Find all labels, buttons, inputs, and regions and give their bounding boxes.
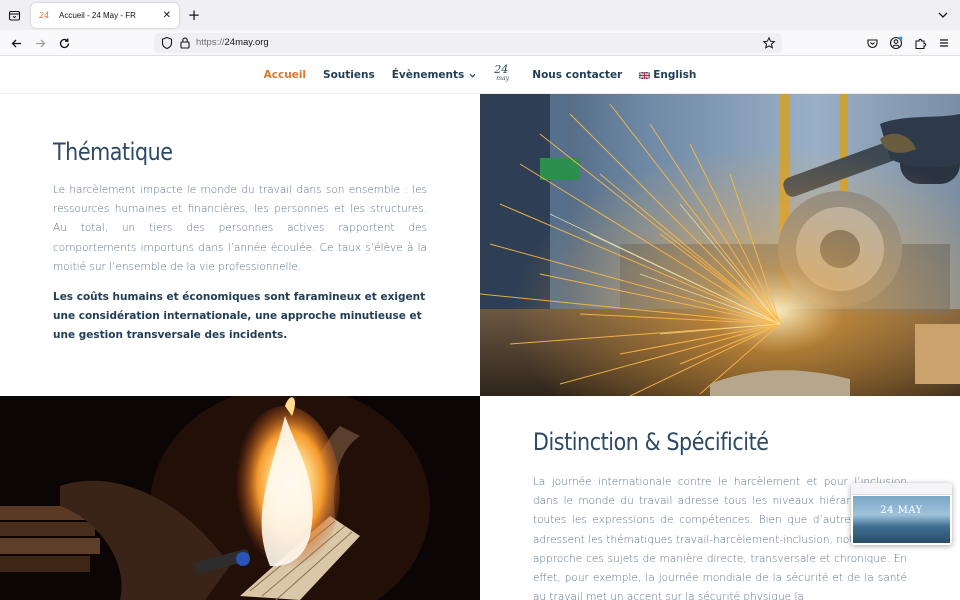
- logo-script: may: [496, 75, 509, 82]
- site-header: Accueil Soutiens Évènements 24 may Nous …: [0, 56, 960, 94]
- preview-toolbar: [851, 483, 952, 495]
- page-content: Thématique Le harcèlement impacte le mon…: [0, 94, 960, 600]
- menu-item-contact[interactable]: Nous contacter: [532, 69, 622, 81]
- menu-item-english[interactable]: English: [639, 69, 696, 81]
- tab-list-icon: [8, 10, 20, 21]
- reload-button[interactable]: [55, 34, 73, 52]
- tab-list-button[interactable]: [5, 6, 23, 24]
- url-protocol: https://: [196, 37, 225, 48]
- new-tab-button[interactable]: +: [186, 5, 202, 25]
- menu-item-evenements-label: Évènements: [391, 69, 465, 81]
- thematique-bold-paragraph: Les coûts humains et économiques sont fa…: [53, 291, 426, 342]
- back-button[interactable]: [7, 34, 25, 52]
- menu-item-evenements[interactable]: Évènements: [392, 69, 477, 81]
- uk-flag-icon: [639, 71, 651, 79]
- site-logo[interactable]: 24 may: [493, 63, 515, 87]
- tracking-protection-shield-icon[interactable]: [160, 36, 174, 50]
- chevron-down-icon: [469, 73, 476, 78]
- tab-close-icon[interactable]: ✕: [163, 10, 171, 21]
- app-menu-button[interactable]: [935, 34, 953, 52]
- thematique-section: Thématique Le harcèlement impacte le mon…: [0, 94, 480, 396]
- pocket-button[interactable]: [863, 34, 881, 52]
- tab-title: Accueil - 24 May - FR: [59, 11, 136, 20]
- main-menu: Accueil Soutiens Évènements 24 may Nous …: [0, 56, 960, 94]
- url-bar[interactable]: https://24may.org: [154, 33, 782, 53]
- reload-icon: [59, 38, 69, 48]
- puzzle-icon: [914, 38, 926, 49]
- fire-wood-photo: [0, 396, 480, 600]
- bookmark-star-icon[interactable]: [762, 36, 776, 50]
- browser-nav-bar: https://24may.org: [0, 30, 960, 56]
- forward-button[interactable]: [31, 34, 49, 52]
- account-button[interactable]: [887, 34, 905, 52]
- forward-arrow-icon: [35, 39, 45, 47]
- menu-item-soutiens[interactable]: Soutiens: [323, 69, 375, 81]
- grinder-sparks-illustration: [480, 94, 960, 396]
- hamburger-menu-icon: [940, 39, 948, 47]
- url-domain: 24may.org: [224, 37, 269, 48]
- url-text[interactable]: https://24may.org: [196, 37, 269, 48]
- thematique-paragraph: Le harcèlement impacte le monde du trava…: [53, 184, 427, 273]
- preview-title: 24 MAY: [880, 505, 923, 516]
- page-preview-thumbnail[interactable]: 24 MAY: [851, 483, 952, 545]
- preview-image: [853, 496, 950, 543]
- menu-item-accueil[interactable]: Accueil: [264, 69, 306, 81]
- site-favicon: 24: [39, 10, 50, 20]
- browser-tab-active[interactable]: 24 Accueil - 24 May - FR ✕: [31, 3, 179, 28]
- browser-tab-bar: 24 Accueil - 24 May - FR ✕ +: [0, 0, 960, 30]
- fire-wood-illustration: [0, 396, 480, 600]
- grinder-sparks-photo: [480, 94, 960, 396]
- thematique-title: Thématique: [53, 138, 173, 166]
- tab-overflow-chevron-icon[interactable]: [936, 8, 950, 22]
- pocket-icon: [866, 38, 878, 48]
- back-arrow-icon: [11, 39, 21, 47]
- distinction-title: Distinction & Spécificité: [533, 428, 769, 456]
- menu-item-english-label: English: [653, 69, 697, 81]
- account-icon: [889, 36, 903, 50]
- extensions-button[interactable]: [911, 34, 929, 52]
- lock-icon[interactable]: [178, 36, 192, 50]
